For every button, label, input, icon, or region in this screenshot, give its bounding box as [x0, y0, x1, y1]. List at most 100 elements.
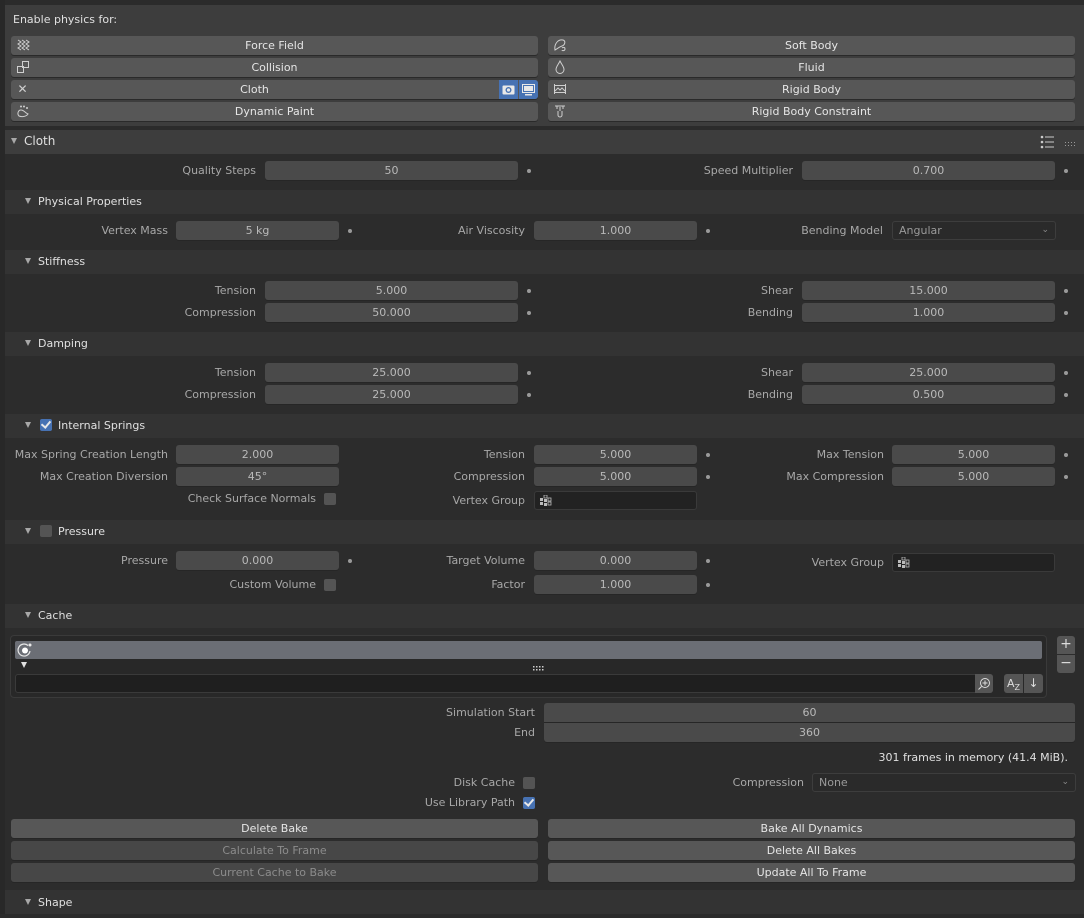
compression-dropdown[interactable]: None ⌄ — [812, 773, 1076, 792]
force-field-icon — [15, 38, 30, 53]
damping-bending-field[interactable]: 0.500 — [802, 385, 1055, 404]
render-toggle[interactable] — [499, 80, 518, 99]
use-library-path-checkbox[interactable] — [523, 797, 535, 809]
cloth-button[interactable]: ✕ Cloth — [11, 80, 538, 99]
delete-all-bakes-button[interactable]: Delete All Bakes — [548, 841, 1075, 860]
damping-compression-field[interactable]: 25.000 — [265, 385, 518, 404]
keyframe-dot-icon[interactable] — [706, 229, 710, 233]
keyframe-dot-icon[interactable] — [527, 371, 531, 375]
keyframe-dot-icon[interactable] — [348, 229, 352, 233]
springs-vertex-group-field[interactable] — [534, 491, 697, 510]
presets-list-icon[interactable] — [1040, 135, 1056, 152]
remove-cache-button[interactable]: − — [1057, 655, 1075, 673]
stiffness-tension-field[interactable]: 5.000 — [265, 281, 518, 300]
keyframe-dot-icon[interactable] — [527, 393, 531, 397]
springs-tension-field[interactable]: 5.000 — [534, 445, 697, 464]
stiffness-compression-label: Compression — [184, 306, 256, 319]
fluid-button[interactable]: Fluid — [548, 58, 1075, 77]
soft-body-button[interactable]: Soft Body — [548, 36, 1075, 55]
bake-all-dynamics-button[interactable]: Bake All Dynamics — [548, 819, 1075, 838]
pressure-vertex-group-field[interactable] — [892, 553, 1055, 572]
keyframe-dot-icon[interactable] — [527, 289, 531, 293]
keyframe-dot-icon[interactable] — [706, 559, 710, 563]
stiffness-shear-field[interactable]: 15.000 — [802, 281, 1055, 300]
collapse-triangle-icon[interactable] — [25, 422, 31, 428]
rigid-body-constraint-button[interactable]: Rigid Body Constraint — [548, 102, 1075, 121]
quality-steps-field[interactable]: 50 — [265, 161, 518, 180]
add-cache-button[interactable]: + — [1057, 636, 1075, 654]
keyframe-dot-icon[interactable] — [1064, 289, 1068, 293]
keyframe-dot-icon[interactable] — [706, 453, 710, 457]
max-tension-field[interactable]: 5.000 — [892, 445, 1055, 464]
damping-header[interactable] — [5, 332, 1084, 356]
collapse-triangle-icon[interactable] — [25, 899, 31, 905]
pressure-field[interactable]: 0.000 — [176, 551, 339, 570]
end-field[interactable]: 360 — [544, 723, 1075, 742]
max-spring-length-field[interactable]: 2.000 — [176, 445, 339, 464]
filter-invert-button[interactable] — [975, 674, 993, 693]
target-volume-field[interactable]: 0.000 — [534, 551, 697, 570]
drag-handle-icon[interactable] — [1065, 138, 1077, 151]
cloth-panel-title: Cloth — [24, 134, 56, 148]
air-viscosity-field[interactable]: 1.000 — [534, 221, 697, 240]
cache-filter-input[interactable] — [15, 674, 993, 693]
cache-list-item[interactable] — [15, 641, 1042, 659]
keyframe-dot-icon[interactable] — [527, 311, 531, 315]
keyframe-dot-icon[interactable] — [1064, 393, 1068, 397]
force-field-button[interactable]: Force Field — [11, 36, 538, 55]
keyframe-dot-icon[interactable] — [1064, 169, 1068, 173]
keyframe-dot-icon[interactable] — [1064, 311, 1068, 315]
vertex-mass-field[interactable]: 5 kg — [176, 221, 339, 240]
keyframe-dot-icon[interactable] — [1064, 453, 1068, 457]
collapse-triangle-icon[interactable] — [11, 138, 17, 144]
sort-reverse-button[interactable]: ↓ — [1024, 674, 1043, 693]
keyframe-dot-icon[interactable] — [1064, 371, 1068, 375]
damping-shear-field[interactable]: 25.000 — [802, 363, 1055, 382]
sort-alpha-button[interactable]: AZ — [1004, 674, 1023, 693]
collision-button[interactable]: Collision — [11, 58, 538, 77]
shape-header[interactable] — [5, 890, 1084, 914]
internal-springs-header[interactable] — [5, 414, 1084, 438]
simulation-start-field[interactable]: 60 — [544, 703, 1075, 722]
keyframe-dot-icon[interactable] — [348, 559, 352, 563]
speed-multiplier-field[interactable]: 0.700 — [802, 161, 1055, 180]
keyframe-dot-icon[interactable] — [706, 475, 710, 479]
keyframe-dot-icon[interactable] — [1064, 475, 1068, 479]
filter-toggle-icon[interactable] — [21, 662, 27, 668]
cloth-panel-header[interactable] — [5, 130, 1084, 154]
collapse-triangle-icon[interactable] — [25, 258, 31, 264]
current-cache-to-bake-button[interactable]: Current Cache to Bake — [11, 863, 538, 882]
viewport-toggle[interactable] — [519, 80, 538, 99]
max-diversion-field[interactable]: 45° — [176, 467, 339, 486]
collapse-triangle-icon[interactable] — [25, 528, 31, 534]
update-all-to-frame-button[interactable]: Update All To Frame — [548, 863, 1075, 882]
damping-tension-label: Tension — [214, 366, 256, 379]
cache-header[interactable] — [5, 604, 1084, 628]
damping-tension-field[interactable]: 25.000 — [265, 363, 518, 382]
keyframe-dot-icon[interactable] — [706, 583, 710, 587]
keyframe-dot-icon[interactable] — [527, 169, 531, 173]
pressure-header[interactable] — [5, 520, 1084, 544]
stiffness-compression-field[interactable]: 50.000 — [265, 303, 518, 322]
internal-springs-checkbox[interactable] — [40, 419, 52, 431]
factor-field[interactable]: 1.000 — [534, 575, 697, 594]
dynamic-paint-button[interactable]: Dynamic Paint — [11, 102, 538, 121]
rigid-body-button[interactable]: Rigid Body — [548, 80, 1075, 99]
bending-model-dropdown[interactable]: Angular ⌄ — [892, 221, 1056, 240]
collapse-triangle-icon[interactable] — [25, 612, 31, 618]
max-compression-field[interactable]: 5.000 — [892, 467, 1055, 486]
collapse-triangle-icon[interactable] — [25, 340, 31, 346]
physical-properties-header[interactable] — [5, 190, 1084, 214]
calculate-to-frame-button[interactable]: Calculate To Frame — [11, 841, 538, 860]
close-icon[interactable]: ✕ — [15, 82, 30, 97]
stiffness-header[interactable] — [5, 250, 1084, 274]
delete-bake-button[interactable]: Delete Bake — [11, 819, 538, 838]
pressure-label: Pressure — [121, 554, 168, 567]
disk-cache-checkbox[interactable] — [523, 777, 535, 789]
pressure-checkbox[interactable] — [40, 525, 52, 537]
collapse-triangle-icon[interactable] — [25, 198, 31, 204]
stiffness-bending-field[interactable]: 1.000 — [802, 303, 1055, 322]
check-normals-checkbox[interactable] — [324, 493, 336, 505]
springs-compression-field[interactable]: 5.000 — [534, 467, 697, 486]
custom-volume-checkbox[interactable] — [324, 579, 336, 591]
